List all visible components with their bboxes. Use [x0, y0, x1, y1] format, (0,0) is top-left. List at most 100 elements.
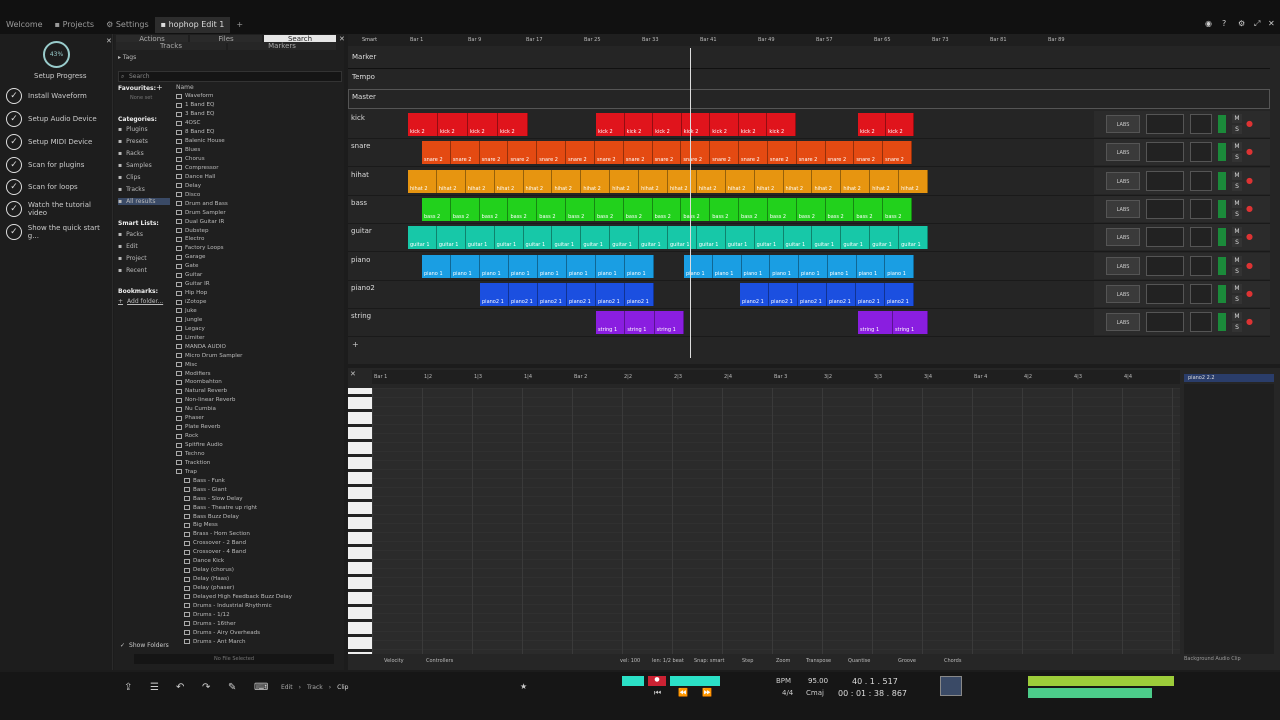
plugin-display[interactable]	[1146, 255, 1184, 276]
list-item[interactable]: Waveform	[176, 92, 336, 101]
solo-button[interactable]: S	[1232, 323, 1242, 333]
tab-tracks[interactable]: Tracks	[116, 42, 226, 50]
track-row[interactable]: piano2 piano2 1 piano2 1 piano2 1 piano2 1 pi…	[348, 280, 1270, 309]
clip[interactable]: hihat 2	[812, 169, 842, 193]
clip[interactable]: piano 1	[567, 254, 596, 278]
list-item[interactable]: Delay (Haas)	[176, 575, 336, 584]
clip[interactable]: piano 1	[799, 254, 828, 278]
category-samples[interactable]: ▪ Samples	[118, 162, 152, 169]
master-track[interactable]	[348, 89, 1270, 109]
clip[interactable]: guitar 1	[725, 226, 755, 250]
solo-button[interactable]: S	[1232, 125, 1242, 134]
list-item[interactable]: Bass - Giant	[176, 485, 336, 494]
tab-projects[interactable]: ▪ Projects	[49, 17, 101, 33]
waveform-thumbnail[interactable]	[940, 676, 962, 696]
plugin-display[interactable]	[1146, 198, 1184, 219]
note-grid[interactable]	[372, 388, 1180, 654]
clip[interactable]: piano2 1	[856, 282, 885, 306]
clip[interactable]: guitar 1	[899, 226, 928, 250]
clip[interactable]: string 1	[893, 311, 928, 335]
clip[interactable]: piano2 1	[567, 282, 596, 306]
solo-button[interactable]: S	[1232, 209, 1242, 219]
clip[interactable]: guitar 1	[465, 226, 495, 250]
record-arm-icon[interactable]: ●	[1246, 204, 1253, 213]
clip[interactable]: guitar 1	[812, 226, 842, 250]
help-icon[interactable]: ?	[1222, 19, 1226, 28]
mute-button[interactable]: M	[1232, 170, 1242, 180]
track-name[interactable]: hihat	[351, 171, 411, 179]
list-item[interactable]: Misc	[176, 360, 336, 369]
list-item[interactable]: Compressor	[176, 164, 336, 173]
clip[interactable]: kick 2	[468, 113, 498, 136]
clip[interactable]: snare 2	[623, 141, 653, 165]
menu-icon[interactable]: ☰	[150, 682, 159, 693]
clip[interactable]: piano2 1	[827, 282, 856, 306]
settings-icon[interactable]: ⚙	[1238, 19, 1245, 28]
clip[interactable]: bass 2	[422, 197, 451, 221]
list-item[interactable]: Brass - Horn Section	[176, 530, 336, 539]
editor-toolbar-item[interactable]: Snap: smart	[694, 658, 724, 664]
volume-plugin[interactable]	[1190, 114, 1212, 134]
clip[interactable]: hihat 2	[639, 169, 668, 193]
clip[interactable]: bass 2	[623, 197, 653, 221]
list-item[interactable]: Garage	[176, 253, 336, 262]
time-signature[interactable]: 4/4	[782, 689, 793, 697]
clip[interactable]: piano 1	[480, 254, 509, 278]
arranger-ruler[interactable]	[348, 34, 1280, 46]
tab-edit[interactable]: ▪ hophop Edit 1	[154, 17, 231, 33]
volume-plugin[interactable]	[1190, 255, 1212, 276]
clip[interactable]: hihat 2	[581, 169, 611, 193]
mute-button[interactable]: M	[1232, 198, 1242, 208]
editor-toolbar-item[interactable]: Controllers	[426, 658, 453, 664]
track-name[interactable]: piano	[351, 256, 411, 264]
clip[interactable]: bass 2	[537, 197, 567, 221]
clip[interactable]: bass 2	[594, 197, 624, 221]
clip[interactable]: snare 2	[508, 141, 538, 165]
volume-plugin[interactable]	[1190, 312, 1212, 333]
rewind-start-icon[interactable]: ⏮	[654, 688, 661, 698]
list-item[interactable]: Dance Kick	[176, 557, 336, 566]
track-row[interactable]: snare snare 2 snare 2 snare 2 snare 2 snare 2…	[348, 139, 1270, 168]
clip[interactable]: snare 2	[710, 141, 740, 165]
record-arm-icon[interactable]: ●	[1246, 232, 1253, 241]
smart-list-project[interactable]: ▪ Project	[118, 255, 147, 262]
clip[interactable]: piano 1	[770, 254, 799, 278]
list-item[interactable]: Trap	[176, 467, 336, 476]
list-item[interactable]: Moombahton	[176, 378, 336, 387]
volume-plugin[interactable]	[1190, 227, 1212, 248]
setup-quick-start[interactable]: ✓ Show the quick start g...	[6, 223, 112, 241]
list-item[interactable]: Techno	[176, 450, 336, 459]
close-panel-icon[interactable]: ✕	[106, 37, 112, 45]
list-item[interactable]: Hip Hop	[176, 289, 336, 298]
record-arm-icon[interactable]: ●	[1246, 119, 1253, 128]
clip[interactable]: hihat 2	[465, 169, 495, 193]
smart-list-packs[interactable]: ▪ Packs	[118, 231, 143, 238]
close-editor-icon[interactable]: ✕	[350, 370, 356, 378]
tab-settings[interactable]: ⚙ Settings	[100, 17, 155, 33]
clip[interactable]: piano2 1	[509, 282, 538, 306]
mute-button[interactable]: M	[1232, 114, 1242, 123]
list-item[interactable]: Jungle	[176, 315, 336, 324]
piano-keyboard[interactable]	[348, 388, 372, 654]
plugin-display[interactable]	[1146, 142, 1184, 163]
list-item[interactable]: Natural Reverb	[176, 387, 336, 396]
clip[interactable]: string 1	[654, 311, 684, 335]
list-item[interactable]: Phaser	[176, 414, 336, 423]
mute-button[interactable]: M	[1232, 227, 1242, 237]
setup-scan-loops[interactable]: ✓ Scan for loops	[6, 178, 78, 196]
clip[interactable]: guitar 1	[436, 226, 466, 250]
clip[interactable]: kick 2	[624, 113, 654, 136]
clip[interactable]: hihat 2	[436, 169, 466, 193]
list-item[interactable]: Chorus	[176, 155, 336, 164]
clip[interactable]: piano 1	[451, 254, 480, 278]
new-tab-button[interactable]: +	[230, 17, 249, 33]
editor-toolbar-item[interactable]: len: 1/2 beat	[652, 658, 684, 664]
smart-toggle[interactable]: Smart	[362, 37, 377, 43]
clip[interactable]: piano2 1	[769, 282, 798, 306]
volume-plugin[interactable]	[1190, 142, 1212, 163]
list-item[interactable]: Tracktion	[176, 458, 336, 467]
clip[interactable]: piano 1	[596, 254, 625, 278]
category-plugins[interactable]: ▪ Plugins	[118, 126, 148, 133]
bpm-value[interactable]: 95.00	[808, 677, 828, 685]
list-item[interactable]: Bass - Theatre up right	[176, 503, 336, 512]
